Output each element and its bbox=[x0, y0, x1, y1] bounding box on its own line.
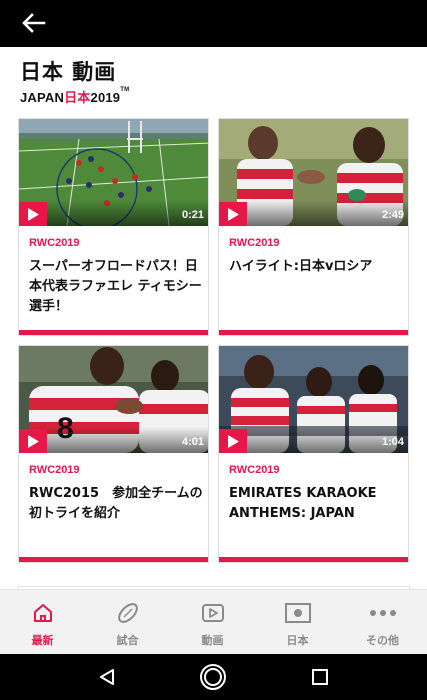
card-accent-bar bbox=[219, 330, 408, 335]
home-icon bbox=[33, 604, 52, 622]
page-title: 日本 動画 bbox=[20, 60, 117, 84]
video-thumbnail: 8 4:01 bbox=[19, 346, 208, 453]
nav-item-latest[interactable]: 最新 bbox=[0, 590, 85, 655]
play-button[interactable] bbox=[19, 429, 47, 453]
play-video-icon bbox=[201, 604, 224, 622]
video-duration: 2:49 bbox=[381, 209, 404, 221]
thumbnail-shade bbox=[19, 427, 208, 453]
nav-label-videos: 動画 bbox=[201, 634, 224, 647]
system-back-button[interactable] bbox=[92, 663, 122, 691]
nav-label-latest: 最新 bbox=[31, 634, 54, 647]
arrow-left-icon bbox=[22, 13, 46, 33]
nav-item-more[interactable]: その他 bbox=[340, 590, 425, 655]
back-button[interactable] bbox=[14, 5, 54, 41]
thumbnail-shade bbox=[19, 200, 208, 226]
video-thumbnail: 1:04 bbox=[219, 346, 408, 453]
card-accent-bar bbox=[19, 557, 208, 562]
video-card[interactable]: 8 4:01 RWC2019 RWC2015 参加全チームの初トライを紹介 bbox=[18, 345, 209, 563]
video-thumbnail: 0:21 bbox=[19, 119, 208, 226]
play-button[interactable] bbox=[19, 202, 47, 226]
system-navigation-bar bbox=[0, 654, 427, 700]
nav-label-matches: 試合 bbox=[116, 634, 139, 647]
thumbnail-shade bbox=[219, 200, 408, 226]
video-thumbnail: 2:49 bbox=[219, 119, 408, 226]
top-app-bar bbox=[0, 0, 427, 47]
more-icon bbox=[369, 610, 396, 616]
video-tag: RWC2019 bbox=[29, 237, 80, 249]
triangle-back-icon bbox=[100, 669, 114, 685]
thumbnail-shade bbox=[219, 427, 408, 453]
nav-item-videos[interactable]: 動画 bbox=[170, 590, 255, 655]
video-duration: 0:21 bbox=[181, 209, 204, 221]
video-tag: RWC2019 bbox=[229, 464, 280, 476]
nav-label-more: その他 bbox=[366, 634, 399, 647]
system-home-button[interactable] bbox=[198, 663, 228, 691]
video-title[interactable]: ハイライト:日本vロシア bbox=[229, 257, 405, 277]
brand-year-text: 2019 bbox=[90, 90, 121, 105]
video-duration: 4:01 bbox=[181, 436, 204, 448]
card-accent-bar bbox=[19, 330, 208, 335]
play-icon bbox=[28, 434, 39, 448]
system-recents-button[interactable] bbox=[305, 663, 335, 691]
play-button[interactable] bbox=[219, 429, 247, 453]
video-card[interactable]: 1:04 RWC2019 EMIRATES KARAOKE ANTHEMS: J… bbox=[218, 345, 409, 563]
video-title[interactable]: RWC2015 参加全チームの初トライを紹介 bbox=[29, 484, 205, 524]
flag-icon bbox=[284, 603, 311, 623]
play-icon bbox=[228, 434, 239, 448]
video-tag: RWC2019 bbox=[229, 237, 280, 249]
card-accent-bar bbox=[219, 557, 408, 562]
video-tag: RWC2019 bbox=[29, 464, 80, 476]
rwc-2019-logo: JAPAN日本2019TM bbox=[20, 87, 129, 106]
play-icon bbox=[28, 207, 39, 221]
brand-japan-text: JAPAN bbox=[20, 90, 65, 105]
bottom-navigation: 最新 試合 動画 日本 その他 bbox=[0, 589, 427, 654]
nav-item-matches[interactable]: 試合 bbox=[85, 590, 170, 655]
nav-item-japan[interactable]: 日本 bbox=[255, 590, 340, 655]
video-title[interactable]: スーパーオフロードパス！日本代表ラファエレ ティモシー選手！ bbox=[29, 257, 205, 317]
square-recents-icon bbox=[312, 669, 328, 685]
video-title[interactable]: EMIRATES KARAOKE ANTHEMS: JAPAN bbox=[229, 484, 405, 524]
brand-tm-text: TM bbox=[120, 87, 130, 93]
nav-label-japan: 日本 bbox=[286, 634, 309, 647]
play-button[interactable] bbox=[219, 202, 247, 226]
circle-home-icon bbox=[200, 664, 226, 690]
video-card[interactable]: 0:21 RWC2019 スーパーオフロードパス！日本代表ラファエレ ティモシー… bbox=[18, 118, 209, 336]
video-card[interactable]: 2:49 RWC2019 ハイライト:日本vロシア bbox=[218, 118, 409, 336]
brand-jp-text: 日本 bbox=[64, 90, 91, 105]
play-icon bbox=[228, 207, 239, 221]
rugby-ball-icon bbox=[117, 603, 138, 623]
video-duration: 1:04 bbox=[381, 436, 404, 448]
